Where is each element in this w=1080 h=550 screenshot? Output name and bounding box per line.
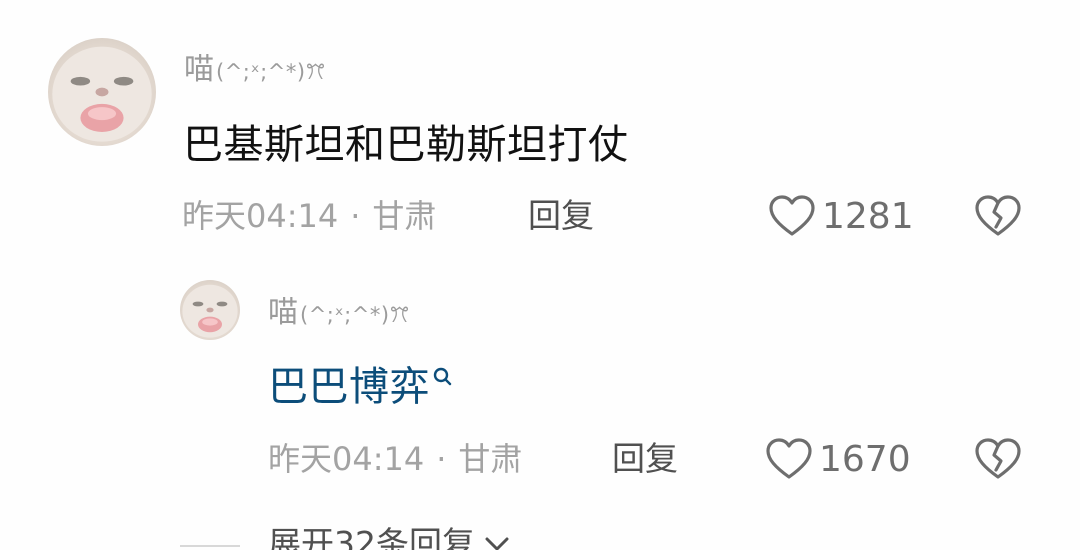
reply-text[interactable]: 巴巴博弈 — [268, 362, 455, 412]
dislike-button[interactable] — [974, 437, 1022, 481]
cat-avatar-image — [182, 284, 238, 338]
like-button[interactable]: 1281 — [768, 194, 914, 238]
reply-location: 甘肃 — [458, 440, 523, 478]
comment-time: 昨天04:14 — [182, 197, 339, 235]
reply-button[interactable]: 回复 — [528, 194, 594, 238]
dislike-button[interactable] — [974, 194, 1022, 238]
heart-outline-icon — [765, 437, 813, 481]
username-kaomoji: (^;ˣ;^*)ꔫ — [300, 303, 411, 327]
chevron-down-icon — [481, 528, 513, 550]
search-icon[interactable] — [431, 366, 455, 390]
reply-text-link[interactable]: 巴巴博弈 — [268, 364, 430, 410]
broken-heart-icon — [974, 194, 1022, 238]
reply-username[interactable]: 喵(^;ˣ;^*)ꔫ — [268, 293, 410, 335]
username-name: 喵 — [268, 295, 298, 330]
comment-meta: 昨天04:14 · 甘肃 — [182, 194, 436, 238]
comment-location: 甘肃 — [372, 197, 437, 235]
username-kaomoji: (^;ˣ;^*)ꔫ — [216, 60, 327, 84]
like-count: 1281 — [822, 195, 914, 237]
comment-thread: 喵(^;ˣ;^*)ꔫ 巴基斯坦和巴勒斯坦打仗 昨天04:14 · 甘肃 回复 128… — [0, 0, 1080, 550]
expand-replies-label: 展开32条回复 — [268, 524, 475, 550]
avatar[interactable] — [180, 280, 240, 340]
reply-button[interactable]: 回复 — [612, 437, 678, 481]
comment-text: 巴基斯坦和巴勒斯坦打仗 — [183, 122, 629, 168]
cat-avatar-image — [52, 46, 152, 142]
like-count: 1670 — [819, 438, 911, 480]
broken-heart-icon — [974, 437, 1022, 481]
username-name: 喵 — [184, 52, 214, 87]
reply-time: 昨天04:14 — [268, 440, 425, 478]
like-button[interactable]: 1670 — [765, 437, 911, 481]
reply-meta: 昨天04:14 · 甘肃 — [268, 437, 522, 481]
meta-separator: · — [350, 197, 361, 235]
avatar[interactable] — [48, 38, 156, 146]
expand-replies-button[interactable]: 展开32条回复 — [268, 522, 513, 550]
heart-outline-icon — [768, 194, 816, 238]
expand-divider — [180, 545, 240, 547]
comment-username[interactable]: 喵(^;ˣ;^*)ꔫ — [184, 50, 326, 92]
meta-separator: · — [436, 440, 447, 478]
